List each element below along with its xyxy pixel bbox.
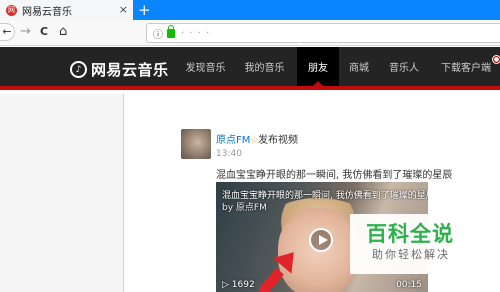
address-bar[interactable]: ⓘ · · · ·: [146, 23, 500, 43]
post-author[interactable]: 原点FM☆: [216, 131, 258, 146]
author-name[interactable]: 原点FM: [216, 135, 250, 146]
video-author: by 原点FM: [222, 203, 267, 213]
video-duration: 00:15: [396, 280, 422, 290]
site-header: ♪ 网易云音乐 发现音乐 我的音乐 朋友 商城 音乐人 下载客户端: [0, 47, 500, 90]
browser-tab[interactable]: 网 网易云音乐 ×: [0, 0, 133, 20]
browser-nav-bar: ← → C ⌂ ⓘ · · · ·: [0, 20, 500, 46]
watermark-subtitle: 助你轻松解决: [372, 248, 450, 261]
site-info-icon[interactable]: ⓘ: [153, 26, 163, 41]
logo-text: 网易云音乐: [91, 61, 169, 79]
nav-label: 发现音乐: [185, 63, 226, 74]
nav-download-client[interactable]: 下载客户端: [433, 47, 499, 86]
nav-my-music[interactable]: 我的音乐: [237, 47, 292, 86]
site-logo[interactable]: ♪ 网易云音乐: [70, 59, 169, 80]
nav-label: 下载客户端: [441, 63, 491, 74]
post-text: 混血宝宝睁开眼的那一瞬间, 我仿佛看到了璀璨的星辰: [216, 170, 453, 181]
url-text[interactable]: · · · ·: [181, 28, 210, 39]
nav-friends[interactable]: 朋友: [297, 47, 339, 86]
home-button[interactable]: ⌂: [59, 24, 67, 40]
post-timestamp: 13:40: [216, 149, 242, 159]
notification-badge: ●: [492, 55, 500, 64]
tab-title: 网易云音乐: [22, 6, 72, 18]
nav-label: 我的音乐: [244, 63, 285, 74]
watermark-title: 百科全说: [366, 222, 454, 246]
nav-label: 音乐人: [389, 63, 419, 74]
play-icon[interactable]: [309, 228, 333, 252]
nav-label: 朋友: [308, 63, 328, 74]
reload-button[interactable]: C: [40, 24, 48, 40]
browser-tab-strip: 网 网易云音乐 × +: [0, 0, 500, 20]
forward-button[interactable]: →: [20, 24, 31, 40]
nav-store[interactable]: 商城: [341, 47, 377, 86]
netease-logo-icon: ♪: [70, 61, 87, 78]
new-tab-button[interactable]: +: [138, 1, 151, 19]
back-button[interactable]: ←: [0, 23, 15, 41]
post-action-text: 发布视频: [258, 135, 298, 146]
close-tab-icon[interactable]: ×: [119, 3, 128, 16]
nav-musicians[interactable]: 音乐人: [382, 47, 426, 86]
avatar[interactable]: [181, 129, 211, 159]
lock-icon: [167, 24, 175, 38]
nav-discover-music[interactable]: 发现音乐: [178, 47, 233, 86]
video-play-count: ▷ 1692: [222, 280, 255, 290]
netease-favicon-icon: 网: [6, 4, 17, 16]
nav-label: 商城: [349, 63, 369, 74]
